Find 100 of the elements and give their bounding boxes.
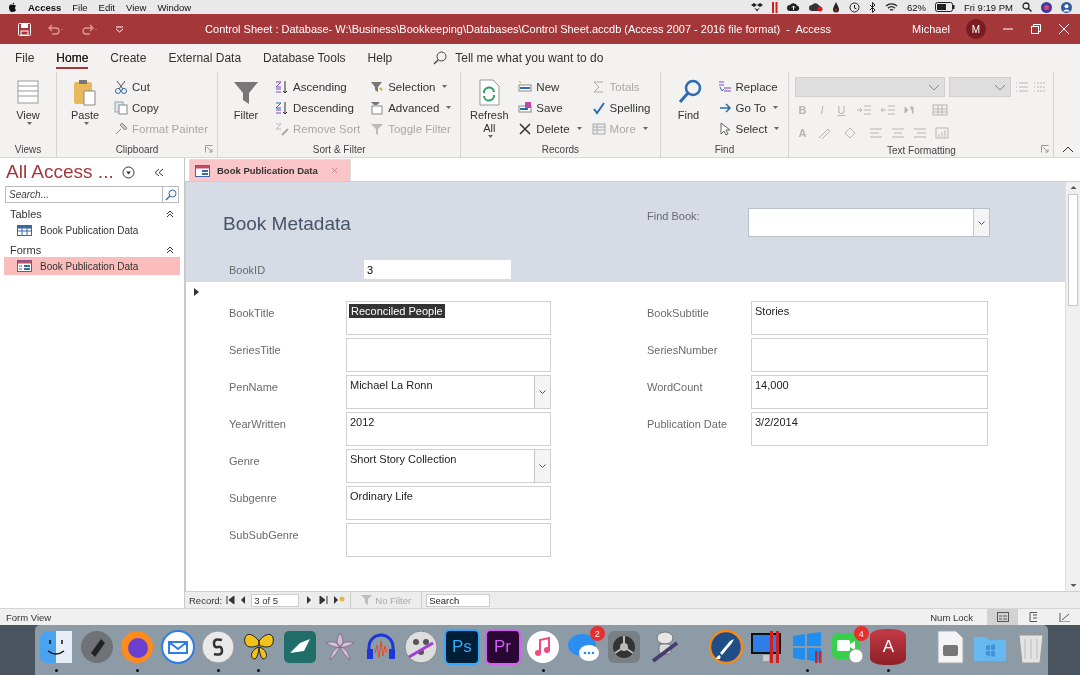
user-avatar[interactable]: M — [966, 19, 986, 39]
collapse-chevrons-icon[interactable] — [154, 167, 164, 177]
search-field[interactable]: Search — [426, 593, 491, 607]
funnel-icon — [361, 595, 373, 605]
form-icon — [195, 164, 210, 177]
select-button[interactable]: Select — [714, 118, 783, 139]
ribbon-tab[interactable]: Home — [45, 44, 100, 72]
nav-item[interactable]: Book Publication Data — [4, 257, 180, 275]
new-record-icon[interactable] — [333, 596, 347, 604]
replace-button[interactable]: Replace — [714, 76, 783, 97]
save-record-button[interactable]: Save — [515, 97, 585, 118]
selection-button[interactable]: Selection — [367, 76, 455, 97]
menu-item[interactable]: File — [72, 1, 88, 13]
cloud-upload-icon[interactable] — [786, 2, 800, 12]
undo-icon[interactable] — [47, 23, 65, 35]
app-tile[interactable]: Ps — [443, 629, 480, 665]
document-tab[interactable]: Book Publication Data — [189, 159, 351, 181]
collapse-ribbon-icon[interactable] — [1062, 146, 1074, 153]
menu-item[interactable]: Edit — [98, 1, 115, 13]
combo-box[interactable]: Short Story Collection — [346, 449, 551, 483]
go-to-button[interactable]: Go To — [714, 97, 783, 118]
delete-button[interactable]: Delete — [515, 118, 585, 139]
nav-group-header[interactable]: Tables — [10, 208, 42, 220]
field-label: PenName — [229, 380, 279, 395]
copy-button[interactable]: Copy — [111, 97, 212, 118]
tell-me-field[interactable]: Tell me what you want to do — [455, 51, 604, 65]
dialog-launcher-icon[interactable] — [205, 145, 214, 153]
bluetooth-icon[interactable] — [868, 1, 876, 13]
paste-button[interactable]: Paste — [63, 76, 107, 142]
new-button[interactable]: New — [515, 76, 585, 97]
clock-history-icon[interactable] — [848, 1, 860, 13]
music-note-icon[interactable] — [525, 629, 562, 665]
nav-group-header[interactable]: Forms — [10, 244, 42, 256]
ribbon-tab[interactable]: External Data — [157, 44, 253, 72]
cloud-sync-icon[interactable] — [808, 2, 823, 12]
input-field[interactable] — [346, 338, 551, 372]
scrollbar-thumb[interactable] — [1068, 194, 1078, 306]
globe-app-icon[interactable] — [119, 629, 156, 665]
record-position-field[interactable]: 3 of 5 — [251, 593, 300, 607]
chevron-down-icon — [928, 83, 941, 91]
filter-button[interactable]: Filter — [224, 76, 269, 142]
redo-icon[interactable] — [81, 23, 99, 35]
search-field[interactable]: Search... — [5, 186, 163, 203]
menu-item[interactable]: View — [125, 1, 147, 13]
input-field[interactable]: Reconciled People — [346, 301, 551, 335]
find-button[interactable]: Find — [666, 76, 711, 142]
advanced-button[interactable]: Advanced — [367, 97, 455, 118]
input-field[interactable]: 3/2/2014 — [751, 412, 988, 446]
app-menu[interactable]: Access — [28, 1, 62, 13]
input-field[interactable]: 3 — [364, 260, 511, 279]
collapse-chevrons-icon[interactable] — [166, 210, 174, 218]
previous-record-icon[interactable] — [239, 596, 248, 604]
smiley-app-icon[interactable] — [38, 629, 74, 665]
view-button[interactable]: View — [6, 76, 50, 142]
first-record-icon[interactable] — [226, 596, 236, 604]
customize-caret-icon[interactable] — [115, 25, 124, 33]
cut-button[interactable]: Cut — [111, 76, 212, 97]
drop-icon[interactable] — [831, 1, 840, 13]
input-field[interactable] — [346, 523, 551, 557]
search-icon[interactable] — [1022, 2, 1032, 12]
collapse-chevrons-icon[interactable] — [166, 246, 174, 254]
orb-icon[interactable] — [1041, 1, 1052, 13]
app-tile[interactable]: Pr — [484, 629, 521, 665]
input-field[interactable]: Ordinary Life — [346, 486, 551, 520]
user-circle-icon[interactable] — [1061, 1, 1072, 13]
vertical-scrollbar[interactable] — [1065, 182, 1080, 591]
save-icon[interactable] — [18, 22, 31, 36]
clock[interactable]: Fri 9:19 PM — [963, 1, 1013, 13]
restore-icon[interactable] — [1030, 23, 1042, 35]
form-view-button[interactable] — [987, 609, 1018, 625]
descending-button[interactable]: Descending — [272, 97, 364, 118]
battery-icon[interactable] — [934, 2, 955, 12]
envelope-icon[interactable] — [159, 629, 196, 665]
swirl-app-icon[interactable] — [200, 629, 237, 665]
input-field[interactable] — [751, 338, 988, 372]
ascending-button[interactable]: Ascending — [272, 76, 364, 97]
refresh-all-button[interactable]: Refresh All — [467, 76, 512, 142]
sigma-icon — [591, 79, 606, 94]
ribbon-tab[interactable]: Help — [356, 44, 404, 72]
dropdown-circle-icon[interactable] — [121, 165, 135, 179]
ribbon-tab[interactable]: File — [4, 44, 46, 72]
book-app-icon[interactable] — [281, 629, 318, 665]
pause-bars-icon[interactable] — [771, 1, 778, 13]
navigation-pane-title[interactable]: All Access ... — [6, 161, 114, 183]
wifi-icon[interactable] — [884, 2, 898, 12]
ribbon-tab[interactable]: Create — [99, 44, 158, 72]
group-label: Records — [541, 144, 580, 155]
settings-icon[interactable] — [606, 629, 643, 665]
input-field[interactable]: Stories — [751, 301, 988, 335]
spelling-button[interactable]: Spelling — [588, 97, 654, 118]
filter-form-icon — [370, 100, 385, 115]
combo-box[interactable]: Michael La Ronn — [346, 375, 551, 409]
menu-item[interactable]: Window — [157, 1, 192, 13]
nav-item[interactable]: Book Publication Data — [4, 221, 180, 239]
input-field[interactable]: 2012 — [346, 412, 551, 446]
input-field[interactable]: 14,000 — [751, 375, 988, 409]
last-record-icon[interactable] — [319, 596, 330, 604]
ribbon-tab[interactable]: Database Tools — [252, 44, 357, 72]
user-name[interactable]: Michael — [912, 23, 950, 35]
app-tile[interactable]: A — [870, 629, 907, 665]
